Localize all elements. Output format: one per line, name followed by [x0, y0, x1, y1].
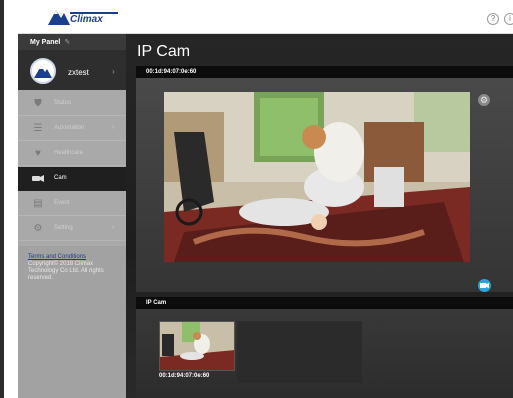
camera-scene-image — [164, 92, 470, 262]
camera-settings-icon[interactable]: ⚙ — [478, 94, 490, 106]
user-avatar-icon — [32, 60, 54, 82]
camera-icon — [32, 173, 44, 185]
sidebar-item-healthcare[interactable]: ♥ Healthcare — [18, 142, 126, 166]
sliders-icon: ☰ — [33, 123, 43, 134]
sidebar-item-cam[interactable]: Cam — [18, 167, 126, 191]
live-video-feed[interactable] — [164, 92, 470, 262]
top-bar: Climax ? i — [18, 0, 513, 34]
chevron-right-icon: › — [112, 67, 115, 76]
sidebar-item-label: Status — [54, 100, 72, 106]
sidebar-item-status[interactable]: ⛊ Status — [18, 92, 126, 116]
app-window: Climax ? i My Panel ✎ zxtest › ⛊ Status — [0, 0, 513, 398]
sidebar-item-event[interactable]: ▤ Event — [18, 192, 126, 216]
edit-icon[interactable]: ✎ — [64, 39, 70, 46]
gear-icon: ⚙ — [33, 223, 43, 234]
brand-name: Climax — [70, 14, 103, 25]
user-row[interactable]: zxtest › — [18, 50, 126, 90]
sidebar: My Panel ✎ zxtest › ⛊ Status ☰ Automatio… — [18, 34, 126, 398]
heart-icon: ♥ — [35, 148, 41, 159]
camera-thumbnail-image — [160, 322, 234, 370]
sidebar-item-automation[interactable]: ☰ Automation › — [18, 117, 126, 141]
my-panel-header: My Panel ✎ — [18, 34, 126, 50]
record-video-icon[interactable] — [478, 279, 491, 292]
empty-camera-slot — [237, 321, 362, 383]
page-title: IP Cam — [137, 43, 191, 60]
climax-logo[interactable]: Climax — [48, 7, 120, 29]
camera-thumbnail[interactable] — [159, 321, 235, 371]
mountain-logo-icon — [48, 10, 70, 25]
chevron-right-icon: › — [112, 124, 115, 131]
camera-id-header: 00:1d:94:07:0e:60 — [136, 66, 513, 78]
sidebar-footer: Terms and Conditions Copyright© 2018 Cli… — [18, 246, 126, 398]
sidebar-item-label: Event — [54, 200, 70, 206]
copyright-text: Copyright© 2018 Climax Technology Co Ltd… — [28, 261, 104, 281]
info-icon[interactable]: i — [504, 13, 513, 25]
avatar — [30, 58, 56, 84]
terms-link[interactable]: Terms and Conditions — [28, 254, 126, 260]
window-edge — [0, 0, 4, 398]
thumbnail-camera-id: 00:1d:94:07:0e:60 — [159, 373, 210, 379]
camera-list-heading: IP Cam — [136, 297, 513, 309]
username: zxtest — [68, 68, 89, 77]
shield-icon: ⛊ — [34, 98, 42, 109]
sidebar-item-label: Healthcare — [54, 150, 84, 156]
chevron-right-icon: › — [112, 224, 115, 231]
sidebar-item-label: Setting — [54, 225, 73, 231]
sidebar-item-label: Automation — [54, 125, 85, 131]
camera-list-panel: IP Cam 00:1d:94:07:0e:60 — [136, 297, 513, 398]
my-panel-title: My Panel — [30, 39, 61, 46]
main-content: IP Cam 00:1d:94:07:0e:60 ⚙ IP Cam 00:1d:… — [126, 34, 513, 398]
help-icon[interactable]: ? — [487, 13, 499, 25]
list-icon: ▤ — [33, 198, 43, 209]
sidebar-item-label: Cam — [54, 175, 67, 181]
sidebar-item-setting[interactable]: ⚙ Setting › — [18, 217, 126, 241]
live-view-panel: 00:1d:94:07:0e:60 ⚙ — [136, 66, 513, 292]
